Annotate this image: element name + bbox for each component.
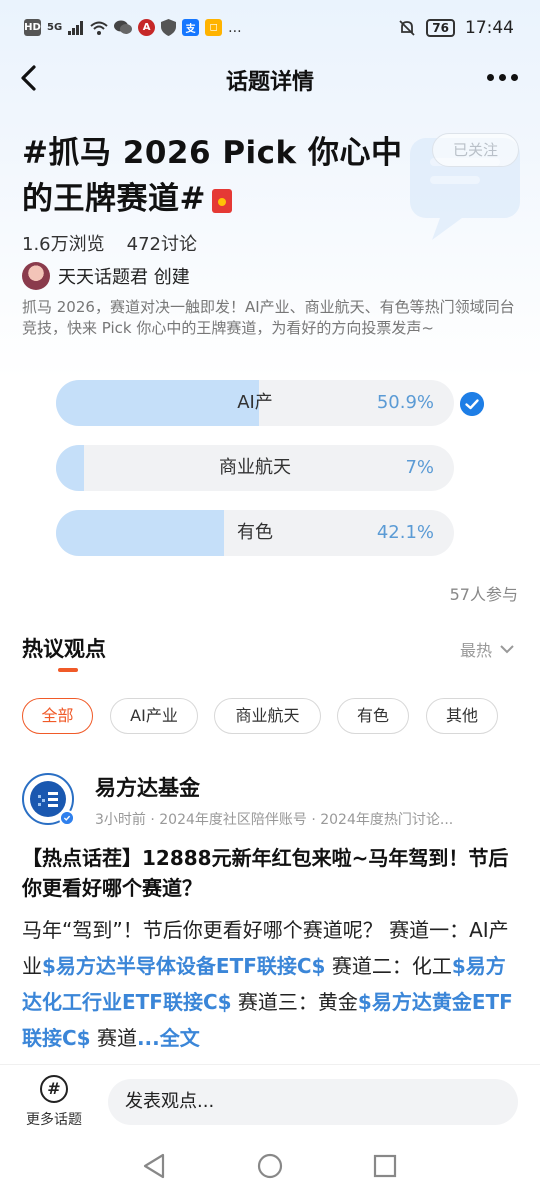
alipay-icon: 支 [182,19,200,36]
section-title-underline [58,668,78,672]
post-text: 赛道 [90,1026,137,1050]
post-headline[interactable]: 【热点话茬】12888元新年红包来啦~马年驾到！节后你更看好哪个赛道？ [22,843,522,903]
topic-description: 抓马 2026，赛道对决一触即发！AI产业、商业航天、有色等热门领域同台竞技，快… [22,298,515,337]
wechat-icon [114,20,133,34]
more-topics-label: 更多话题 [26,1112,82,1128]
red-envelope-icon[interactable] [211,188,232,213]
post-text: 赛道三：黄金 [231,990,358,1014]
more-notifications-icon: ... [228,19,242,36]
clock: 17:44 [465,18,514,38]
comment-input[interactable]: 发表观点... [108,1079,518,1125]
filter-chip-all[interactable]: 全部 [22,698,93,734]
nav-recents-icon[interactable] [372,1153,398,1179]
status-right: 76 17:44 [398,18,514,38]
follow-button[interactable]: 已关注 [432,133,519,167]
nav-bar: 话题详情 [0,52,540,104]
more-options-icon[interactable] [487,74,518,81]
poll-option-percent: 7% [405,457,434,478]
nav-home-icon[interactable] [256,1152,284,1180]
post-meta: 3小时前 · 2024年度社区陪伴账号 · 2024年度热门讨论... [95,812,454,828]
wifi-icon [90,21,108,35]
chevron-down-icon [500,645,514,654]
filter-chip-ai[interactable]: AI产业 [110,698,198,734]
topic-stats: 1.6万浏览 472讨论 [22,230,197,256]
creator-avatar[interactable] [22,262,50,290]
more-topics-button[interactable]: # 更多话题 [18,1075,90,1129]
creator-label: 天天话题君 创建 [58,267,190,288]
network-5g-icon: 5G [47,22,63,33]
poll-option[interactable]: AI产 50.9% [56,380,454,426]
read-full-link[interactable]: ...全文 [137,1026,200,1050]
system-nav-bar [0,1138,540,1194]
section-title: 热议观点 [22,637,106,661]
fund-link[interactable]: $易方达半导体设备ETF联接C$ [42,954,325,978]
poll-option[interactable]: 商业航天 7% [56,445,454,491]
status-bar: HD 5G A 支 ◻ ... 76 17:44 [0,0,540,60]
view-count: 1.6万浏览 [22,234,105,255]
hd-icon: HD [24,19,41,36]
status-left-icons: HD 5G A 支 ◻ ... [24,19,242,36]
app-icon-2: ◻ [205,19,223,36]
app-icon: A [138,19,156,36]
filter-chip-other[interactable]: 其他 [426,698,498,734]
sort-dropdown[interactable]: 最热 [460,637,514,661]
topic-creator[interactable]: 天天话题君 创建 [22,262,190,290]
poll-option-label: 商业航天 [219,457,291,478]
page-title: 话题详情 [225,70,314,95]
battery-indicator: 76 [426,19,455,37]
poll-option-percent: 42.1% [376,522,434,543]
discussion-count: 472讨论 [126,234,197,255]
post-text: 赛道二：化工 [325,954,452,978]
nav-back-icon[interactable] [141,1152,167,1180]
filter-chip-metals[interactable]: 有色 [337,698,409,734]
poll-option[interactable]: 有色 42.1% [56,510,454,556]
filter-chip-aerospace[interactable]: 商业航天 [214,698,321,734]
topic-title: #抓马 2026 Pick 你心中的王牌赛道# [22,130,412,222]
participant-count: 57人参与 [449,585,518,604]
shield-icon [161,19,177,36]
post-author-name[interactable]: 易方达基金 [95,772,200,802]
bell-off-icon [399,20,415,36]
selected-check-icon [460,392,484,416]
hashtag-icon: # [40,1075,68,1103]
poll-option-percent: 50.9% [376,392,434,413]
verified-badge-icon [59,810,75,826]
sort-label: 最热 [459,641,492,660]
bottom-bar: # 更多话题 发表观点... [0,1064,540,1138]
signal-icon [68,20,84,35]
post-body[interactable]: 马年“驾到”！节后你更看好哪个赛道呢？ 赛道一：AI产业$易方达半导体设备ETF… [22,912,522,1056]
